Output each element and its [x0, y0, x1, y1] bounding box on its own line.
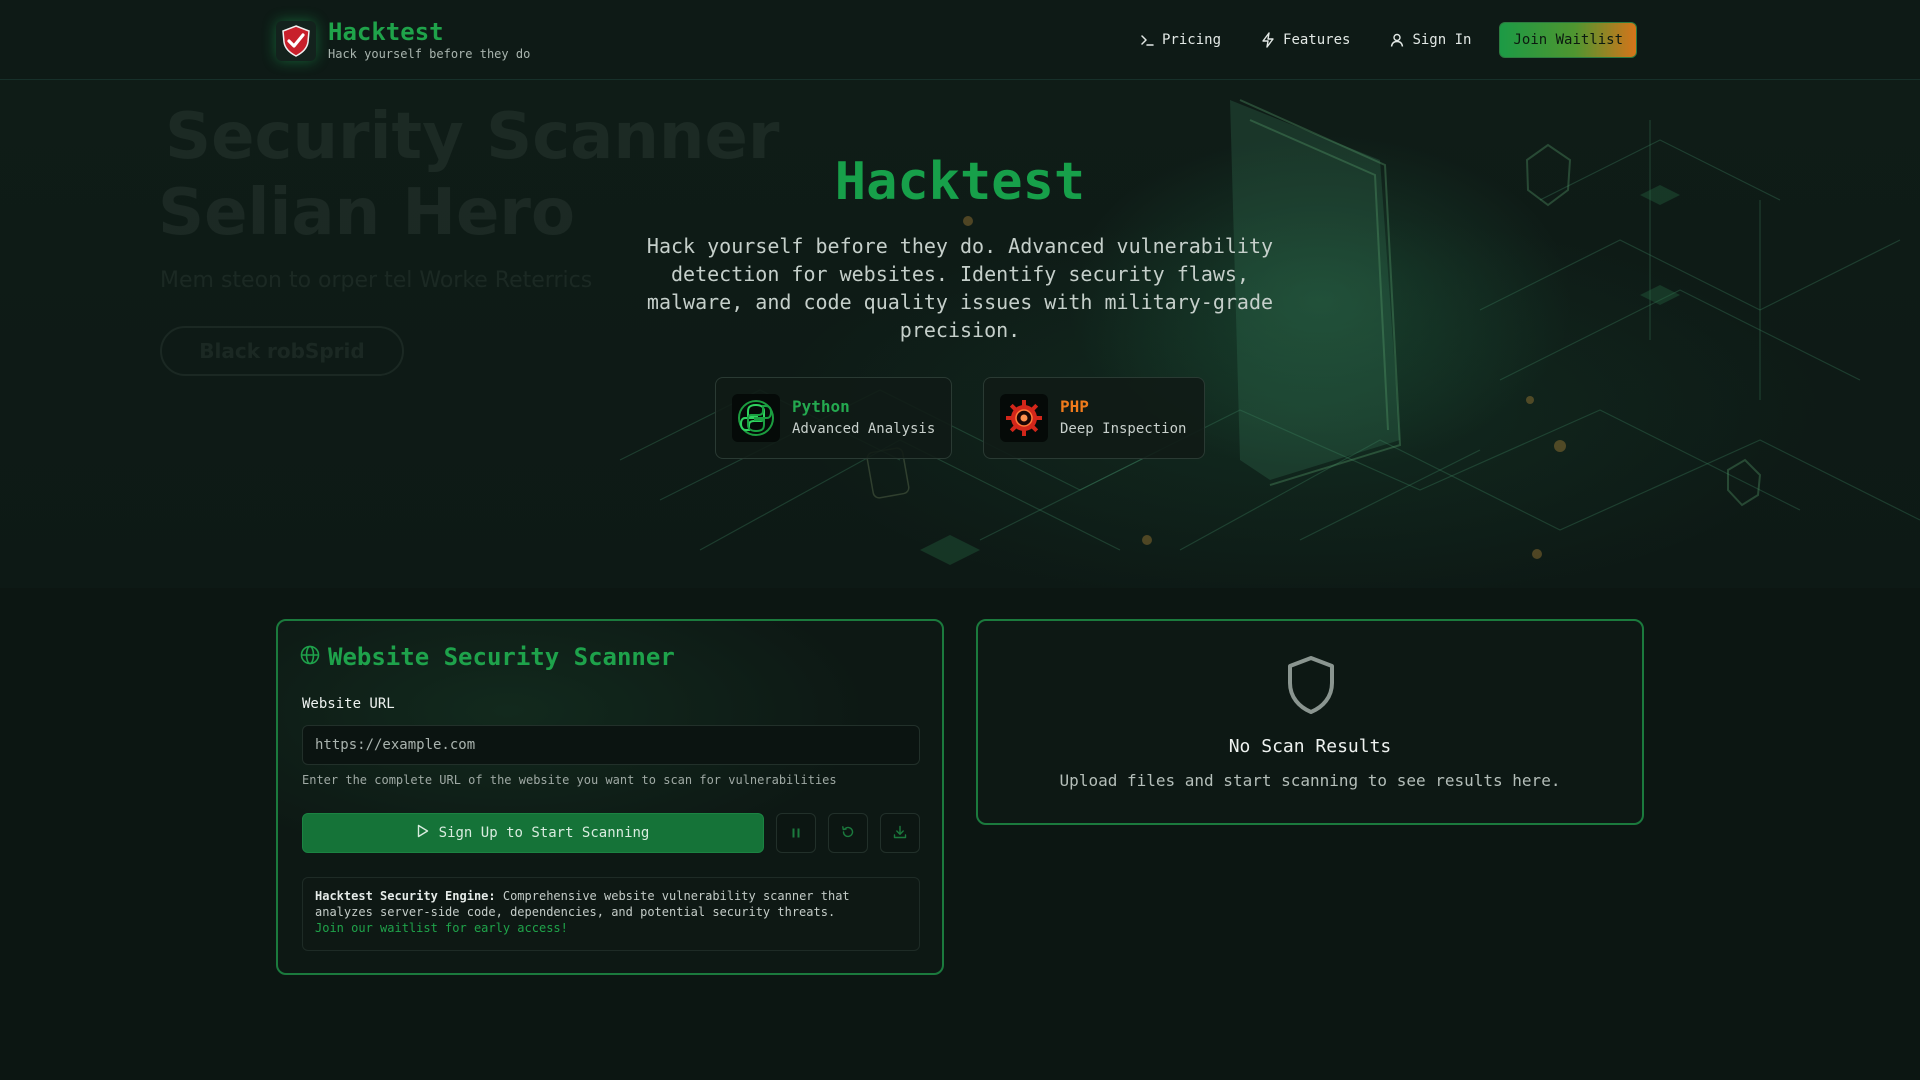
- php-gear-icon: [1000, 394, 1048, 442]
- play-icon: [417, 824, 429, 842]
- main-nav: Pricing Features Sign In Join Waitlist: [1130, 22, 1638, 58]
- join-waitlist-button[interactable]: Join Waitlist: [1499, 22, 1638, 58]
- brand[interactable]: Hacktest Hack yourself before they do: [276, 19, 530, 63]
- background-ghost-text-3: Mem steon to orper tel Worke Reterrics: [160, 268, 593, 293]
- globe-icon: [300, 643, 320, 671]
- scanner-title-text: Website Security Scanner: [328, 643, 675, 671]
- url-hint: Enter the complete URL of the website yo…: [302, 773, 837, 787]
- php-language-card: PHP Deep Inspection: [983, 377, 1205, 459]
- no-results-title: No Scan Results: [1228, 736, 1392, 757]
- url-label: Website URL: [302, 696, 395, 712]
- python-name: Python: [792, 397, 850, 416]
- python-subtitle: Advanced Analysis: [792, 421, 936, 437]
- nav-pricing-link[interactable]: Pricing: [1130, 22, 1231, 58]
- user-icon: [1390, 33, 1404, 47]
- php-name: PHP: [1060, 397, 1089, 416]
- download-icon: [893, 824, 907, 843]
- scanner-title: Website Security Scanner: [300, 643, 675, 671]
- python-icon: [732, 394, 780, 442]
- engine-label: Hacktest Security Engine:: [315, 889, 496, 903]
- download-button[interactable]: [880, 813, 920, 853]
- php-subtitle: Deep Inspection: [1060, 421, 1187, 437]
- website-scanner-panel: Website Security Scanner Website URL Ent…: [276, 619, 944, 975]
- brand-name: Hacktest: [328, 18, 444, 46]
- terminal-icon: [1140, 33, 1154, 47]
- nav-features-link[interactable]: Features: [1251, 22, 1360, 58]
- engine-info-box: Hacktest Security Engine: Comprehensive …: [302, 877, 920, 951]
- lightning-icon: [1261, 32, 1275, 48]
- shield-icon: [1286, 655, 1336, 719]
- nav-features-label: Features: [1283, 32, 1351, 48]
- start-scanning-button[interactable]: Sign Up to Start Scanning: [302, 813, 764, 853]
- website-url-input[interactable]: [302, 725, 920, 765]
- pause-button[interactable]: [776, 813, 816, 853]
- hero-title: Hacktest: [834, 152, 1086, 212]
- no-results-subtitle: Upload files and start scanning to see r…: [1059, 771, 1561, 790]
- scan-results-panel: No Scan Results Upload files and start s…: [976, 619, 1644, 825]
- nav-pricing-label: Pricing: [1162, 32, 1222, 48]
- nav-sign-in-link[interactable]: Sign In: [1380, 22, 1481, 58]
- waitlist-link[interactable]: Join our waitlist for early access!: [315, 920, 907, 936]
- top-navbar: Hacktest Hack yourself before they do Pr…: [0, 0, 1920, 80]
- background-ghost-button: Black robSprid: [160, 326, 404, 376]
- reset-button[interactable]: [828, 813, 868, 853]
- rotate-ccw-icon: [841, 824, 855, 843]
- python-language-card: Python Advanced Analysis: [715, 377, 952, 459]
- pause-icon: [790, 824, 802, 843]
- shield-check-logo-icon: [276, 21, 316, 61]
- nav-sign-in-label: Sign In: [1412, 32, 1472, 48]
- hero-description: Hack yourself before they do. Advanced v…: [646, 234, 1274, 342]
- start-scanning-label: Sign Up to Start Scanning: [438, 825, 650, 841]
- brand-tagline: Hack yourself before they do: [328, 47, 531, 61]
